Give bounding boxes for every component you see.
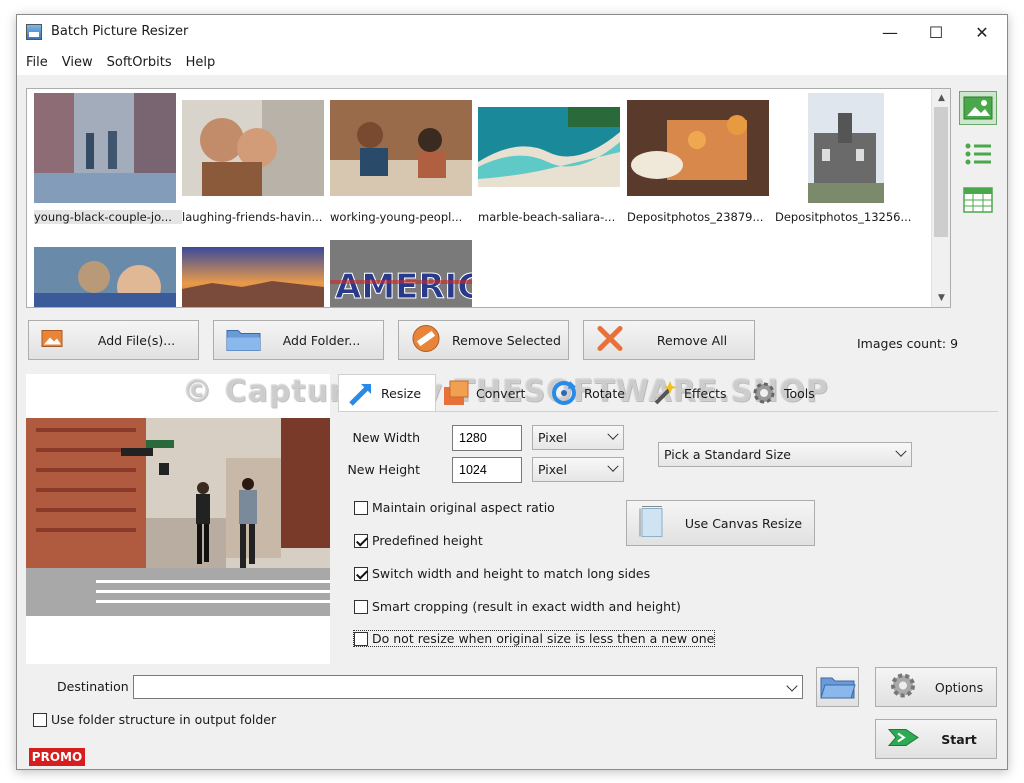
scroll-down-icon[interactable]: ▼ bbox=[932, 289, 950, 307]
add-folder-button[interactable]: Add Folder... bbox=[213, 320, 384, 360]
predefined-height-checkbox[interactable]: Predefined height bbox=[354, 533, 483, 548]
svg-text:AMERICA: AMERICA bbox=[335, 267, 472, 307]
thumbnail-image bbox=[34, 247, 176, 307]
thumbnail-image bbox=[478, 107, 620, 187]
thumbnail-image: AMERICA bbox=[330, 240, 472, 307]
magic-wand-icon bbox=[654, 381, 677, 405]
browse-folder-button[interactable] bbox=[816, 667, 859, 707]
x-icon bbox=[596, 325, 624, 356]
chevron-down-icon bbox=[607, 460, 619, 472]
thumbnail-caption: Depositphotos_13256... bbox=[775, 210, 912, 224]
gear-icon bbox=[888, 671, 918, 704]
height-unit-select[interactable]: Pixel bbox=[532, 457, 624, 482]
app-window: Batch Picture Resizer — ☐ ✕ File View So… bbox=[16, 14, 1008, 770]
thumbnail-scrollbar[interactable]: ▲ ▼ bbox=[931, 89, 950, 307]
add-files-button[interactable]: Add File(s)... bbox=[28, 320, 199, 360]
resize-panel: New Width Pixel New Height Pixel Pick a … bbox=[338, 411, 998, 657]
no-upscale-checkbox[interactable]: Do not resize when original size is less… bbox=[352, 630, 716, 647]
chevron-down-icon bbox=[895, 445, 907, 457]
minimize-button[interactable]: — bbox=[867, 15, 913, 49]
thumbnail-image bbox=[808, 93, 884, 203]
menu-view[interactable]: View bbox=[55, 49, 100, 75]
thumbnail-caption: working-young-peopl... bbox=[330, 210, 463, 224]
destination-label: Destination bbox=[57, 679, 129, 694]
thumbnail-view-icon[interactable] bbox=[959, 91, 997, 125]
menu-file[interactable]: File bbox=[19, 49, 55, 75]
smart-cropping-checkbox[interactable]: Smart cropping (result in exact width an… bbox=[354, 599, 681, 614]
window-title: Batch Picture Resizer bbox=[51, 24, 189, 39]
scrollbar-thumb[interactable] bbox=[934, 107, 948, 237]
checkbox-box bbox=[354, 631, 368, 646]
rotate-icon bbox=[552, 381, 576, 405]
thumbnail-image bbox=[182, 100, 324, 196]
maximize-button[interactable]: ☐ bbox=[913, 15, 959, 49]
picture-icon bbox=[41, 330, 63, 351]
width-unit-select[interactable]: Pixel bbox=[532, 425, 624, 450]
gear-icon bbox=[753, 382, 775, 404]
folder-icon bbox=[226, 326, 262, 355]
checkbox-box bbox=[354, 599, 368, 614]
tab-resize[interactable]: Resize bbox=[338, 374, 436, 412]
checkbox-box bbox=[354, 566, 368, 581]
canvas-resize-button[interactable]: Use Canvas Resize bbox=[626, 500, 815, 546]
image-preview bbox=[26, 374, 330, 664]
thumbnail-caption: young-black-couple-jo... bbox=[34, 210, 182, 224]
tab-convert[interactable]: Convert bbox=[442, 374, 542, 412]
preview-image bbox=[26, 418, 330, 616]
scroll-up-icon[interactable]: ▲ bbox=[932, 89, 950, 107]
standard-size-select[interactable]: Pick a Standard Size bbox=[658, 442, 912, 467]
thumbnail-image bbox=[330, 100, 472, 196]
canvas-icon bbox=[639, 505, 665, 542]
chevron-down-icon[interactable] bbox=[786, 680, 798, 692]
thumbnail-caption: marble-beach-saliara-... bbox=[478, 210, 616, 224]
start-button[interactable]: Start bbox=[875, 719, 997, 759]
chevron-down-icon bbox=[607, 428, 619, 440]
convert-icon bbox=[444, 380, 469, 405]
thumbnail-image bbox=[627, 100, 769, 196]
remove-icon bbox=[411, 324, 441, 357]
thumbnail-caption: Depositphotos_23879... bbox=[627, 210, 764, 224]
image-list[interactable]: young-black-couple-jo... laughing-friend… bbox=[26, 88, 951, 308]
checkbox-box bbox=[33, 712, 47, 727]
switch-width-height-checkbox[interactable]: Switch width and height to match long si… bbox=[354, 566, 650, 581]
remove-all-button[interactable]: Remove All bbox=[583, 320, 755, 360]
list-view-icon[interactable] bbox=[959, 137, 997, 171]
remove-selected-button[interactable]: Remove Selected bbox=[398, 320, 569, 360]
table-view-icon[interactable] bbox=[959, 183, 997, 217]
tab-effects[interactable]: Effects bbox=[650, 374, 750, 412]
promo-badge[interactable]: PROMO bbox=[29, 748, 85, 766]
options-button[interactable]: Options bbox=[875, 667, 997, 707]
menu-softorbits[interactable]: SoftOrbits bbox=[100, 49, 179, 75]
tab-rotate[interactable]: Rotate bbox=[550, 374, 650, 412]
checkbox-box bbox=[354, 500, 368, 515]
resize-icon bbox=[349, 383, 371, 406]
new-height-label: New Height bbox=[347, 462, 420, 477]
tab-tools[interactable]: Tools bbox=[750, 374, 850, 412]
folder-structure-checkbox[interactable]: Use folder structure in output folder bbox=[33, 712, 276, 727]
maintain-aspect-checkbox[interactable]: Maintain original aspect ratio bbox=[354, 500, 555, 515]
thumbnail-caption: laughing-friends-havin... bbox=[182, 210, 323, 224]
menu-bar: File View SoftOrbits Help bbox=[17, 49, 1007, 75]
title-bar: Batch Picture Resizer — ☐ ✕ bbox=[17, 15, 1007, 49]
checkbox-box bbox=[354, 533, 368, 548]
images-count-label: Images count: 9 bbox=[857, 336, 959, 351]
folder-icon bbox=[819, 673, 856, 702]
app-icon bbox=[26, 24, 42, 40]
menu-help[interactable]: Help bbox=[179, 49, 223, 75]
new-width-label: New Width bbox=[352, 430, 420, 445]
close-button[interactable]: ✕ bbox=[959, 15, 1005, 49]
settings-tabs: Resize Convert Rotate Effects Tools bbox=[338, 374, 998, 412]
thumbnail-image bbox=[182, 247, 324, 307]
start-arrow-icon bbox=[887, 726, 920, 753]
thumbnail-image bbox=[34, 93, 176, 203]
destination-input[interactable] bbox=[133, 675, 803, 699]
new-width-input[interactable] bbox=[452, 425, 522, 451]
new-height-input[interactable] bbox=[452, 457, 522, 483]
